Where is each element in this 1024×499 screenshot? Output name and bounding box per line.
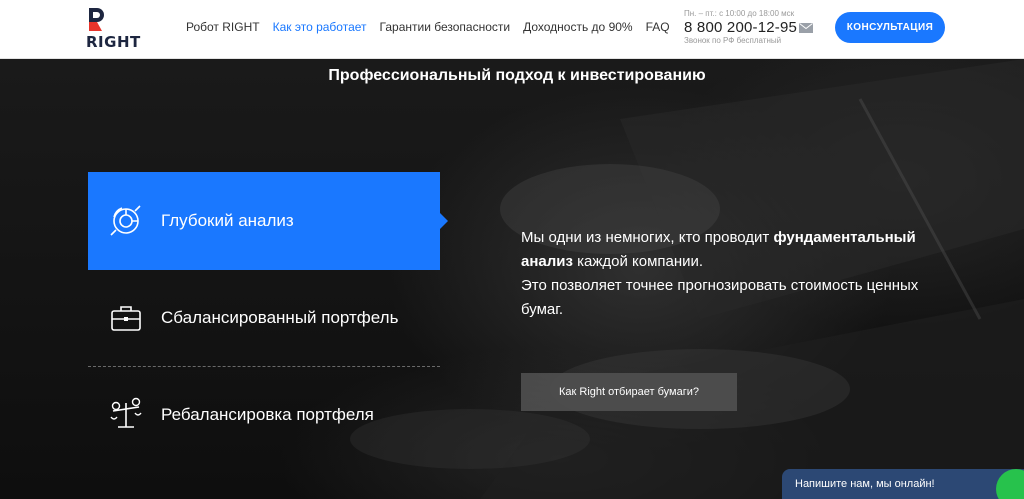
nav-yield[interactable]: Доходность до 90% — [523, 20, 633, 34]
nav-security-guarantees[interactable]: Гарантии безопасности — [380, 20, 511, 34]
feature-deep-analysis[interactable]: Глубокий анализ — [88, 172, 440, 270]
description-text: каждой компании. — [572, 253, 704, 270]
description-text: Мы одни из немногих, кто проводит — [521, 229, 774, 246]
logo-text: RIGHT — [86, 33, 141, 51]
analysis-chart-icon — [110, 205, 141, 236]
nav-how-it-works[interactable]: Как это работает — [273, 20, 367, 34]
nav-robot-right[interactable]: Робот RIGHT — [186, 20, 260, 34]
hero-section: Профессиональный подход к инвестированию… — [0, 59, 1024, 499]
chat-widget[interactable]: Напишите нам, мы онлайн! — [782, 469, 1024, 499]
phone-number[interactable]: 8 800 200-12-95 — [684, 19, 797, 36]
active-feature-pointer — [440, 213, 448, 229]
right-logo-mark — [89, 8, 104, 31]
description-text: Это позволяет точнее прогнозировать стои… — [521, 277, 919, 318]
feature-balanced-portfolio[interactable]: Сбалансированный портфель — [88, 269, 440, 367]
feature-label: Ребалансировка портфеля — [161, 405, 374, 424]
how-right-selects-button[interactable]: Как Right отбирает бумаги? — [521, 373, 737, 411]
hero-title: Профессиональный подход к инвестированию — [328, 67, 706, 84]
scales-icon — [110, 397, 142, 428]
working-hours: Пн. – пт.: с 10:00 до 18:00 мск — [684, 9, 795, 18]
site-header: RIGHT Робот RIGHT Как это работает Гаран… — [0, 0, 1024, 59]
feature-description: Мы одни из немногих, кто проводит фундам… — [521, 226, 951, 322]
call-note: Звонок по РФ бесплатный — [684, 36, 782, 45]
mail-icon[interactable] — [799, 22, 814, 33]
contact-block: Пн. – пт.: с 10:00 до 18:00 мск 8 800 20… — [684, 9, 814, 45]
feature-label: Глубокий анализ — [161, 211, 294, 230]
right-logo[interactable]: RIGHT — [86, 8, 146, 51]
feature-rebalancing[interactable]: Ребалансировка портфеля — [88, 366, 440, 464]
main-nav: Робот RIGHT Как это работает Гарантии бе… — [186, 20, 670, 34]
feature-label: Сбалансированный портфель — [161, 308, 399, 327]
consultation-button[interactable]: КОНСУЛЬТАЦИЯ — [835, 12, 945, 43]
briefcase-icon — [111, 306, 141, 331]
nav-faq[interactable]: FAQ — [646, 20, 670, 34]
chat-label: Напишите нам, мы онлайн! — [795, 478, 935, 490]
